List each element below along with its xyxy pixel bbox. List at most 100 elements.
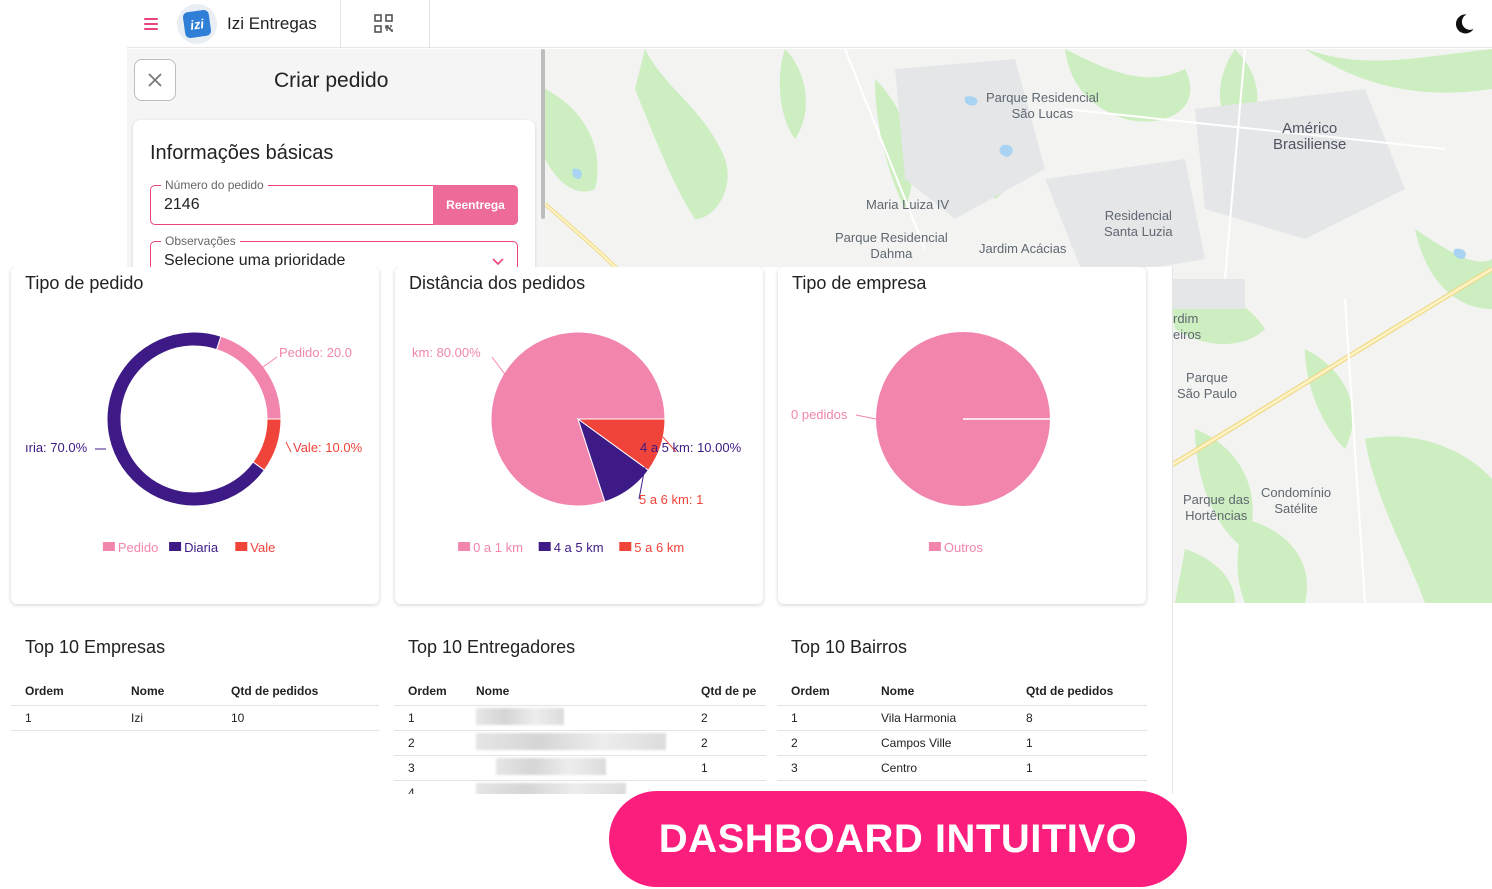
legend-item[interactable]: Diaria (184, 540, 219, 555)
panel-title: Criar pedido (274, 69, 389, 92)
legend-item[interactable]: 0 a 1 km (473, 540, 523, 555)
map-label: Jardim Acácias (979, 241, 1067, 256)
legend-swatch (619, 542, 632, 551)
data-label: 5 a 6 km: 1 (639, 492, 703, 507)
table-cell: 10 (217, 705, 379, 731)
chevron-down-icon[interactable] (491, 254, 505, 267)
legend-item[interactable]: Pedido (118, 540, 158, 555)
observations-value[interactable]: Selecione uma prioridade (164, 252, 345, 267)
table-cell: 2 (687, 705, 766, 731)
table-cell: 1 (777, 705, 867, 731)
pie-slice-pedido[interactable] (215, 335, 282, 420)
observations-label: Observações (161, 234, 240, 248)
data-label: 4 a 5 km: 10.00% (640, 440, 742, 455)
app-logo: izi (177, 4, 217, 44)
section-title: Informações básicas (150, 142, 334, 164)
leader-line (285, 441, 292, 453)
table-header-row: Ordem Nome Qtd de pe (394, 677, 766, 706)
legend-item[interactable]: Outros (944, 540, 984, 555)
legend-swatch (169, 542, 182, 551)
map-label: rdim eiros (1173, 311, 1202, 342)
table-title: Top 10 Empresas (25, 637, 166, 657)
chart-card-distance: Distância dos pedidos km: 80.00% 4 a 5 km… (395, 267, 763, 604)
table-cell: 1 (394, 705, 462, 731)
data-label: Pedido: 20.0 (279, 345, 352, 360)
column-header[interactable]: Qtd de pedidos (217, 677, 379, 706)
dashboard: Tipo de pedido Pedido: 20.0 ıria: 70.0% Va… (0, 267, 1173, 794)
chart-card-order-type: Tipo de pedido Pedido: 20.0 ıria: 70.0% Va… (11, 267, 379, 604)
legend-swatch (458, 542, 471, 551)
leader-line (491, 356, 508, 378)
distance-chart: km: 80.00% 4 a 5 km: 10.00% 5 a 6 km: 1 0 a… (412, 331, 742, 555)
brand[interactable]: izi Izi Entregas (177, 3, 317, 45)
table-cell: Vila Harmonia (867, 705, 1012, 731)
top-couriers-table: Ordem Nome Qtd de pe 1 2 2 2 3 1 4 (394, 677, 766, 794)
legend-item[interactable]: Vale (250, 540, 275, 555)
table-cell: 4 (394, 780, 462, 794)
create-order-panel: Criar pedido Informações básicas Número … (127, 49, 545, 267)
table-cell: 1 (11, 705, 117, 731)
logo-text: izi (182, 9, 212, 39)
data-label: 0 pedidos (791, 407, 848, 422)
table-row[interactable]: 2 2 (394, 730, 766, 756)
table-title: Top 10 Entregadores (408, 637, 576, 657)
legend-swatch (928, 542, 941, 551)
promo-banner: DASHBOARD INTUITIVO (609, 791, 1187, 887)
legend-item[interactable]: 4 a 5 km (554, 540, 604, 555)
map-label: Parque Residencial Dahma (835, 230, 948, 261)
close-icon (148, 73, 162, 87)
legend-item[interactable]: 5 a 6 km (634, 540, 684, 555)
table-row[interactable]: 3 Centro 1 (777, 755, 1147, 781)
redacted-name (476, 782, 626, 794)
pie-slice-vale[interactable] (252, 418, 282, 471)
order-number-label: Número do pedido (161, 178, 268, 192)
map-label: Parque Residencial São Lucas (986, 90, 1099, 121)
redelivery-button[interactable]: Reentrega (433, 185, 518, 225)
order-number-value[interactable]: 2146 (164, 196, 200, 214)
leader-line (262, 356, 278, 368)
map-label: Maria Luiza IV (866, 197, 950, 212)
column-header[interactable]: Qtd de pedidos (1012, 677, 1147, 706)
dashboard-edge (1172, 267, 1173, 794)
column-header[interactable]: Nome (867, 677, 1012, 706)
dark-mode-icon[interactable] (1452, 12, 1476, 36)
column-header[interactable]: Ordem (394, 677, 462, 706)
redacted-name (476, 732, 666, 750)
table-cell (462, 755, 687, 781)
observations-select[interactable]: Observações Selecione uma prioridade (150, 234, 518, 267)
table-cell (462, 705, 687, 731)
table-cell (462, 730, 687, 756)
table-title: Top 10 Bairros (791, 637, 908, 657)
column-header[interactable]: Nome (462, 677, 687, 706)
leader-line (855, 414, 877, 420)
table-cell: 3 (777, 755, 867, 781)
basic-info-card: Informações básicas Número do pedido 214… (133, 120, 535, 267)
data-label: km: 80.00% (412, 345, 481, 360)
table-cell: 1 (687, 755, 766, 781)
column-header[interactable]: Ordem (11, 677, 117, 706)
map-label: Parque São Paulo (1177, 370, 1237, 401)
table-header-row: Ordem Nome Qtd de pedidos (777, 677, 1147, 706)
column-header[interactable]: Qtd de pe (687, 677, 766, 706)
divider (340, 0, 341, 48)
table-header-row: Ordem Nome Qtd de pedidos (11, 677, 379, 706)
column-header[interactable]: Nome (117, 677, 217, 706)
table-cell: Izi (117, 705, 217, 731)
column-header[interactable]: Ordem (777, 677, 867, 706)
legend-swatch (102, 542, 115, 551)
top-companies-table: Ordem Nome Qtd de pedidos 1 Izi 10 (11, 677, 379, 731)
table-row[interactable]: 1 Izi 10 (11, 705, 379, 731)
table-row[interactable]: 2 Campos Ville 1 (777, 730, 1147, 756)
top-neighborhoods-table: Ordem Nome Qtd de pedidos 1 Vila Harmoni… (777, 677, 1147, 781)
table-row[interactable]: 3 1 (394, 755, 766, 781)
top-app-bar: izi Izi Entregas (127, 0, 1492, 48)
table-row[interactable]: 1 Vila Harmonia 8 (777, 705, 1147, 731)
map-label: Parque das Hortências (1183, 492, 1250, 523)
order-number-field[interactable]: Número do pedido 2146 Reentrega (150, 178, 518, 225)
close-button[interactable] (134, 59, 176, 101)
qr-code-icon[interactable] (372, 12, 396, 36)
redacted-name (496, 757, 606, 775)
menu-icon[interactable] (137, 10, 165, 38)
table-row[interactable]: 1 2 (394, 705, 766, 731)
divider (429, 0, 430, 48)
